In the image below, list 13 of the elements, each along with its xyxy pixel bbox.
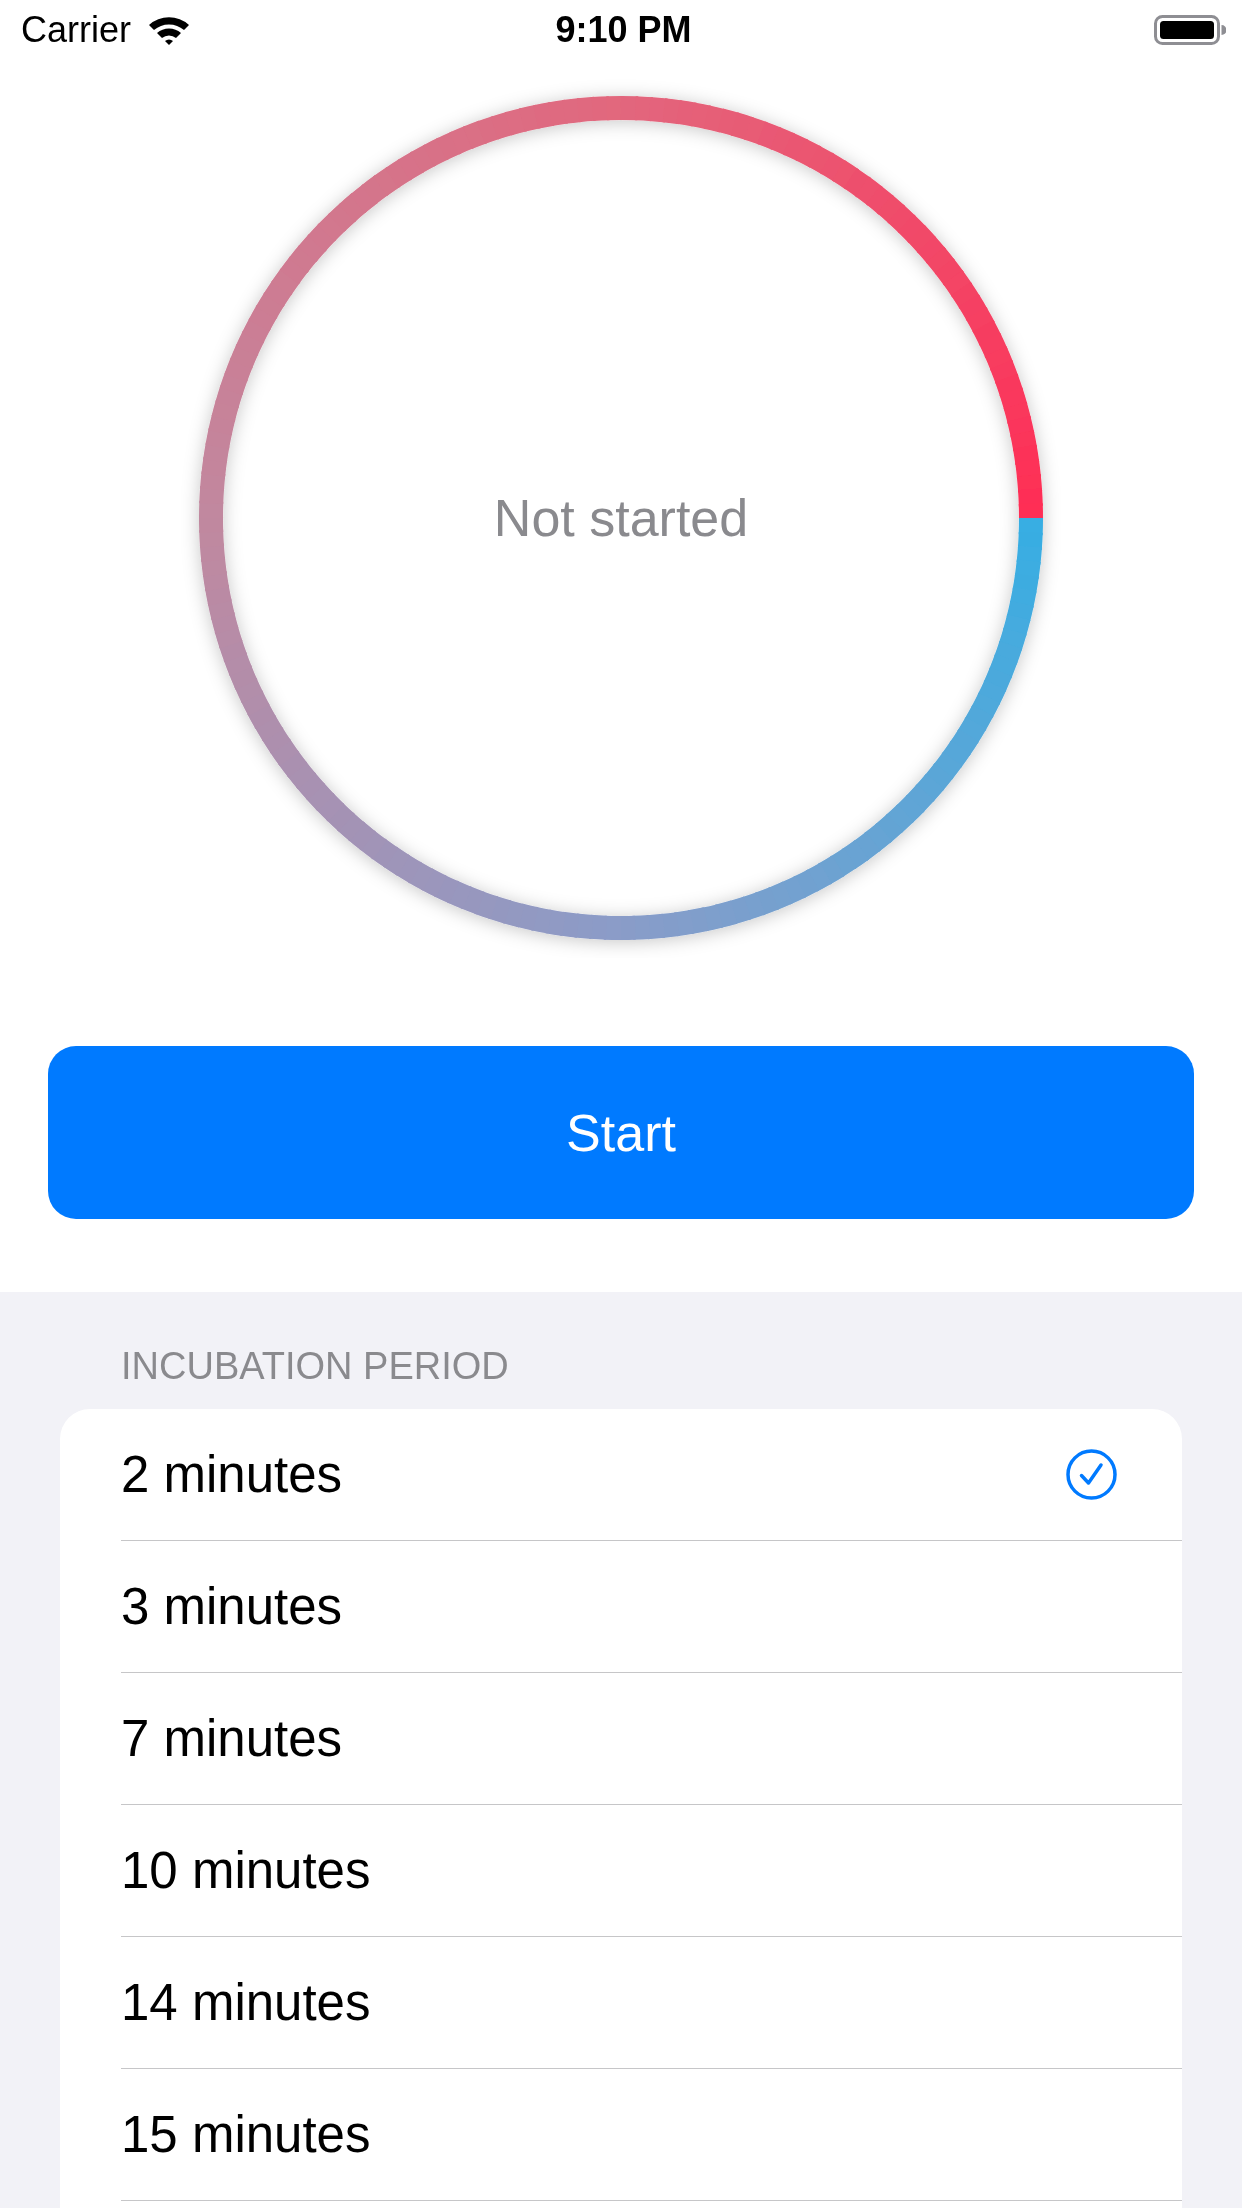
timer-status: Not started — [493, 488, 749, 548]
clock-time: 9:10 PM — [555, 9, 692, 51]
wifi-icon — [147, 14, 191, 46]
section-header: INCUBATION PERIOD — [121, 1344, 509, 1389]
duration-option[interactable]: 7 minutes — [121, 1673, 1182, 1805]
duration-option[interactable]: 2 minutes — [121, 1409, 1182, 1541]
duration-option[interactable]: 14 minutes — [121, 1937, 1182, 2069]
start-button[interactable]: Start — [48, 1046, 1194, 1219]
carrier-name: Carrier — [21, 9, 131, 51]
battery-icon — [1154, 15, 1226, 45]
duration-option[interactable]: 15 minutes — [121, 2069, 1182, 2201]
duration-option[interactable]: 10 minutes — [121, 1805, 1182, 1937]
duration-option[interactable]: 3 minutes — [121, 1541, 1182, 1673]
